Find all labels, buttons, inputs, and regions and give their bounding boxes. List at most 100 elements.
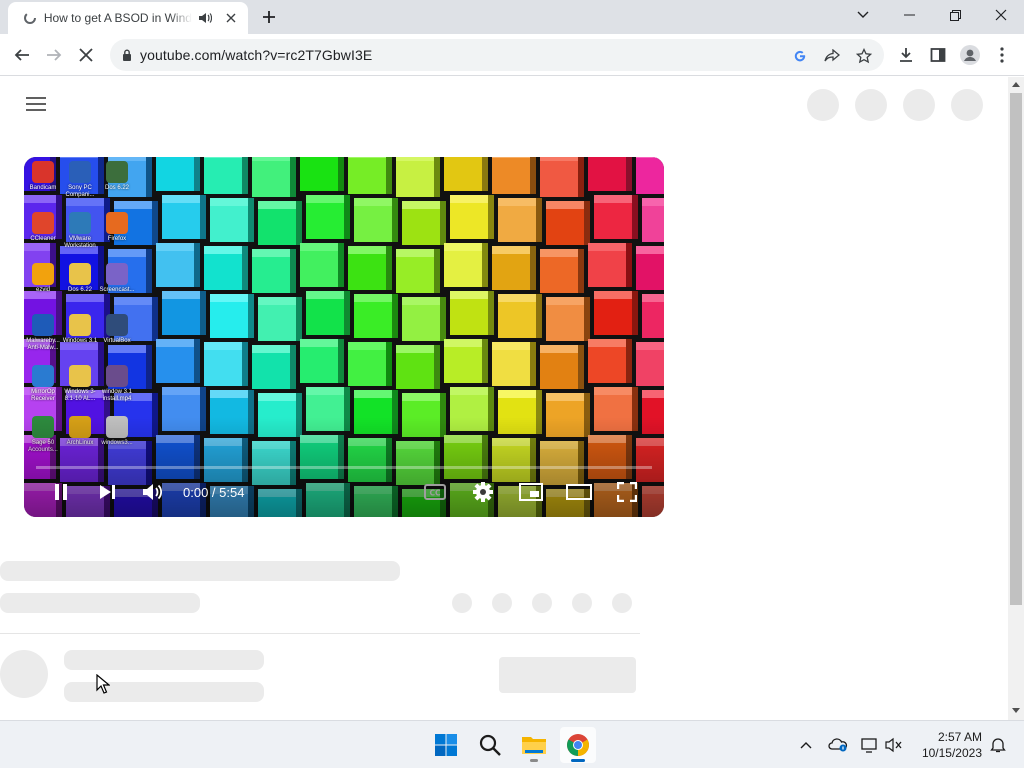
desktop-shortcut-icon (32, 314, 54, 336)
share-icon[interactable] (822, 46, 842, 66)
search-button[interactable] (472, 727, 508, 763)
volume-button[interactable] (140, 479, 166, 505)
google-lens-icon[interactable] (790, 46, 810, 66)
cube-tile (348, 246, 392, 290)
cube-tile (450, 195, 494, 239)
cube-tile (402, 201, 446, 245)
restore-button[interactable] (932, 0, 978, 30)
browser-tab-strip: How to get A BSOD in Windows 3.1 (0, 0, 1024, 34)
header-skeleton-circle (807, 89, 839, 121)
system-clock[interactable]: 2:57 AM 10/15/2023 (916, 729, 982, 761)
desktop-shortcut: Dos 6.22 (61, 263, 99, 294)
next-icon (100, 485, 115, 499)
forward-button[interactable] (40, 41, 68, 69)
desktop-shortcut-label: ezvid (35, 287, 50, 293)
bookmark-star-icon[interactable] (854, 46, 874, 66)
scroll-down-icon[interactable] (1012, 708, 1020, 714)
stop-loading-button[interactable] (72, 41, 100, 69)
desktop-shortcut-icon (32, 161, 54, 183)
downloads-button[interactable] (892, 41, 920, 69)
cube-tile (306, 195, 350, 239)
file-explorer-icon (522, 737, 546, 754)
side-panel-button[interactable] (924, 41, 952, 69)
page-scrollbar[interactable] (1008, 77, 1024, 720)
back-arrow-icon (14, 49, 29, 61)
cube-tile (636, 246, 664, 290)
notifications-button[interactable] (988, 735, 1008, 755)
desktop-shortcut: Bandicam (24, 161, 62, 192)
show-hidden-icons-button[interactable] (796, 735, 816, 755)
chrome-taskbar-button[interactable] (560, 727, 596, 763)
time-display: 0:00 / 5:54 (183, 485, 245, 500)
desktop-shortcut-label: Malwareby... Anti-Malw... (26, 338, 60, 351)
volume-button[interactable] (884, 735, 904, 755)
pause-button[interactable] (48, 479, 74, 505)
settings-button[interactable] (470, 479, 496, 505)
miniplayer-button[interactable] (518, 479, 544, 505)
desktop-shortcut-label: Windows 3-8.1-10 AL... (64, 389, 96, 402)
more-menu-button[interactable] (988, 41, 1016, 69)
show-hidden-icons-chevron-icon (800, 742, 812, 749)
new-tab-button[interactable] (258, 6, 280, 28)
captions-button[interactable]: CC (422, 479, 448, 505)
desktop-shortcut: Dos 6.22 (98, 161, 136, 192)
loading-favicon-icon (22, 10, 38, 26)
desktop-shortcut-label: VMware Workstation (64, 236, 96, 249)
fullscreen-icon (617, 482, 637, 502)
mouse-cursor-icon (96, 674, 110, 694)
forward-arrow-icon (47, 49, 62, 61)
onedrive-button[interactable] (828, 735, 848, 755)
address-url[interactable]: youtube.com/watch?v=rc2T7GbwI3E (140, 47, 372, 63)
minimize-button[interactable] (886, 0, 932, 30)
fullscreen-button[interactable] (614, 479, 640, 505)
onedrive-icon (828, 738, 848, 752)
cube-tile (396, 157, 440, 197)
scrollbar-thumb[interactable] (1010, 93, 1022, 605)
desktop-shortcut-label: MirrorOp Receiver (31, 389, 55, 402)
close-icon[interactable] (222, 9, 240, 27)
progress-bar[interactable] (36, 466, 652, 469)
windows-start-icon (435, 734, 457, 756)
video-player[interactable]: Bandicam Sony PC Compani... Dos 6.22 CClean… (24, 157, 664, 517)
svg-text:CC: CC (429, 489, 441, 498)
back-button[interactable] (8, 41, 36, 69)
cube-tile (636, 157, 664, 194)
cube-tile (306, 291, 350, 335)
cube-tile (156, 157, 200, 191)
cube-tile (162, 291, 206, 335)
scroll-up-icon[interactable] (1012, 81, 1020, 87)
desktop-shortcut-label: Firefox (107, 236, 127, 242)
cube-tile (300, 339, 344, 383)
desktop-shortcut-icon (106, 212, 128, 234)
desktop-shortcut-icon (69, 212, 91, 234)
browser-tab-active[interactable]: How to get A BSOD in Windows 3.1 (8, 2, 248, 34)
desktop-shortcut-icon (32, 365, 54, 387)
theater-mode-button[interactable] (566, 479, 592, 505)
start-button[interactable] (428, 727, 464, 763)
address-bar[interactable]: youtube.com/watch?v=rc2T7GbwI3E (110, 39, 884, 71)
action-skeleton-circle (612, 593, 632, 613)
cube-tile (540, 249, 584, 293)
profile-button[interactable] (956, 41, 984, 69)
desktop-shortcut: Windows 3-8.1-10 AL... (61, 365, 99, 403)
desktop-shortcut: Screencast... (98, 263, 136, 294)
desktop-shortcut-icon (106, 263, 128, 285)
cube-tile (636, 342, 664, 386)
desktop-shortcut: CCleaner (24, 212, 62, 243)
close-window-button[interactable] (978, 0, 1024, 30)
cube-tile (354, 294, 398, 338)
desktop-shortcut-label: Dos 6.22 (67, 287, 92, 293)
volume-icon (143, 484, 163, 500)
cube-tile (642, 294, 664, 338)
network-button[interactable] (860, 735, 880, 755)
cube-tile (444, 157, 488, 191)
channel-name-skeleton (64, 650, 264, 670)
tab-search-button[interactable] (840, 0, 886, 30)
speaker-playing-icon[interactable] (198, 10, 216, 26)
file-explorer-button[interactable] (516, 727, 552, 763)
side-panel-icon (930, 48, 946, 62)
next-button[interactable] (94, 479, 120, 505)
hamburger-menu-icon[interactable] (26, 97, 46, 113)
youtube-watch-page: Bandicam Sony PC Compani... Dos 6.22 CClean… (0, 77, 1008, 720)
action-skeleton-circle (532, 593, 552, 613)
